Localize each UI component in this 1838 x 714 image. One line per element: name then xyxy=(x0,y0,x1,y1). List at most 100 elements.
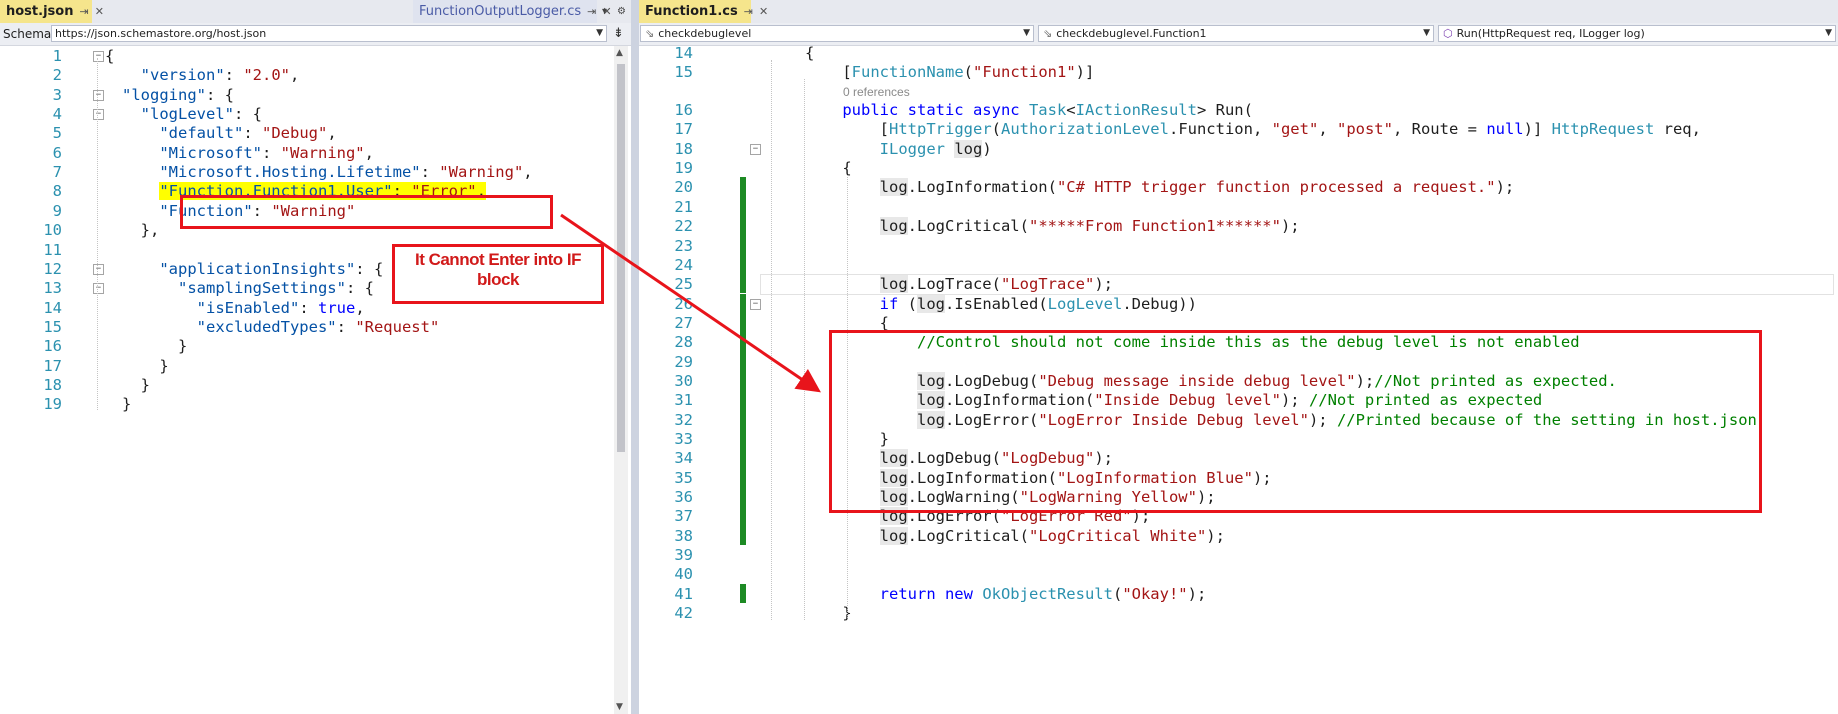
code-token: .LogCritical( xyxy=(907,526,1029,545)
annotation-line-2: block xyxy=(477,270,519,289)
codelens-references[interactable]: 0 references xyxy=(843,84,910,100)
code-token: true xyxy=(317,298,356,317)
code-token: "Request" xyxy=(355,317,440,336)
change-indicator-bar xyxy=(740,293,746,545)
chevron-down-icon: ▼ xyxy=(1423,28,1430,38)
code-token: "applicationInsights" xyxy=(122,259,356,278)
code-token: }, xyxy=(122,221,160,240)
code-token: { xyxy=(105,47,115,65)
code-token: : { xyxy=(206,85,234,104)
tab-host-json[interactable]: host.json ⇥ ✕ xyxy=(0,0,104,23)
json-code-area[interactable]: 1{2 "version": "2.0", 3 "logging": {4 "log… xyxy=(0,46,631,714)
collapse-toggle-icon[interactable]: − xyxy=(93,89,104,101)
code-token: ILogger xyxy=(879,139,945,158)
code-token: .LogCritical( xyxy=(907,217,1029,236)
code-token: : xyxy=(420,163,440,182)
code-token: : xyxy=(243,124,262,143)
type-dropdown[interactable]: ⇘ checkdebuglevel.Function1 ▼ xyxy=(1038,25,1434,42)
code-token: ); xyxy=(1206,526,1225,545)
code-token: [ xyxy=(805,63,852,82)
code-line[interactable]: }, xyxy=(122,219,160,241)
code-line[interactable]: [FunctionName("Function1")] xyxy=(805,61,1094,83)
code-token: "isEnabled" xyxy=(122,298,300,317)
close-icon[interactable]: ✕ xyxy=(95,5,104,18)
annotation-line-1: It Cannot Enter into IF xyxy=(414,250,582,269)
schema-url: https://json.schemastore.org/host.json xyxy=(55,27,267,40)
code-token: OkObjectResult xyxy=(982,584,1113,603)
code-token: log xyxy=(879,275,908,294)
code-token: ); xyxy=(1495,178,1515,197)
code-line[interactable]: return new OkObjectResult("Okay!"); xyxy=(805,583,1207,605)
right-tab-strip: Function1.cs ⇥ ✕ xyxy=(639,0,1838,25)
chevron-down-icon: ▼ xyxy=(596,28,603,38)
code-token: : xyxy=(261,143,281,162)
code-token: return new xyxy=(879,584,983,603)
scroll-down-icon[interactable]: ▼ xyxy=(616,702,623,712)
pin-icon[interactable]: ⇥ xyxy=(744,5,753,18)
tab-function-output-logger[interactable]: FunctionOutputLogger.cs ⇥ ✕ xyxy=(413,0,612,23)
tab-overflow-icon[interactable]: ▾ xyxy=(602,0,607,23)
host-json-editor-pane: host.json ⇥ ✕ FunctionOutputLogger.cs ⇥ ✕ ▾ … xyxy=(0,0,631,714)
schema-bar: Schema: https://json.schemastore.org/hos… xyxy=(0,23,631,46)
code-token: if xyxy=(879,294,899,313)
code-token: : { xyxy=(345,279,374,298)
line-number: 42 xyxy=(674,604,693,623)
tab-function1-cs[interactable]: Function1.cs ⇥ ✕ xyxy=(639,0,768,23)
tab-label: host.json xyxy=(6,4,74,19)
code-token: } xyxy=(122,395,132,414)
code-token: "LogTrace" xyxy=(1000,275,1095,294)
code-token: ( xyxy=(898,294,917,313)
pin-icon[interactable]: ⇥ xyxy=(79,5,88,18)
code-token: : { xyxy=(355,259,384,278)
collapse-toggle-icon[interactable]: − xyxy=(93,283,104,295)
code-token: log xyxy=(954,139,983,158)
collapse-toggle-icon[interactable]: − xyxy=(93,263,104,275)
pin-icon[interactable]: ⇥ xyxy=(587,5,596,18)
left-vertical-scrollbar[interactable]: ▲ ▼ xyxy=(614,46,628,714)
code-token: } xyxy=(122,356,169,375)
chevron-down-icon: ▼ xyxy=(1825,28,1832,38)
method-icon: ⬡ xyxy=(1443,27,1453,40)
code-token: } xyxy=(122,337,188,356)
project-dropdown[interactable]: ⇘ checkdebuglevel ▼ xyxy=(640,25,1034,42)
member-dropdown[interactable]: ⬡ Run(HttpRequest req, ILogger log) ▼ xyxy=(1438,25,1836,42)
code-token: log xyxy=(879,526,908,545)
code-line[interactable]: log.LogInformation("C# HTTP trigger func… xyxy=(805,176,1514,198)
code-token: "Function1" xyxy=(973,63,1076,82)
split-window-icon[interactable]: ⇟ xyxy=(613,26,624,41)
code-token: "Microsoft" xyxy=(122,143,262,162)
collapse-toggle-icon[interactable]: − xyxy=(93,109,104,121)
schema-dropdown[interactable]: https://json.schemastore.org/host.json ▼ xyxy=(51,25,607,42)
code-line[interactable]: } xyxy=(122,393,131,415)
code-line[interactable]: log.LogCritical("*****From Function1****… xyxy=(805,215,1300,237)
scroll-up-icon[interactable]: ▲ xyxy=(616,48,623,58)
code-token: , xyxy=(523,163,533,182)
collapse-toggle-icon[interactable]: − xyxy=(93,51,104,62)
close-icon[interactable]: ✕ xyxy=(759,5,768,18)
code-token: public static async xyxy=(842,101,1029,120)
collapse-toggle-icon[interactable]: − xyxy=(750,143,761,155)
code-token: "samplingSettings" xyxy=(122,279,346,298)
code-token: "Warning" xyxy=(280,143,365,162)
indent-guide xyxy=(804,79,805,621)
code-line[interactable]: log.LogCritical("LogCritical White"); xyxy=(805,525,1225,547)
scroll-thumb[interactable] xyxy=(617,64,625,452)
code-token: "Warning" xyxy=(439,163,524,182)
code-token: "post" xyxy=(1336,120,1393,139)
code-line[interactable]: { xyxy=(105,45,114,67)
pane-splitter[interactable] xyxy=(631,0,639,714)
collapse-toggle-icon[interactable]: − xyxy=(750,298,761,310)
outline-guide xyxy=(97,58,98,410)
code-token: : xyxy=(224,66,244,85)
code-token: log xyxy=(917,294,945,313)
settings-gear-icon[interactable]: ⚙ xyxy=(617,0,626,23)
code-token: "*****From Function1******" xyxy=(1028,217,1281,236)
code-line[interactable]: } xyxy=(805,602,851,624)
code-token: "LogCritical White" xyxy=(1028,526,1207,545)
code-token: ( xyxy=(1112,584,1123,603)
